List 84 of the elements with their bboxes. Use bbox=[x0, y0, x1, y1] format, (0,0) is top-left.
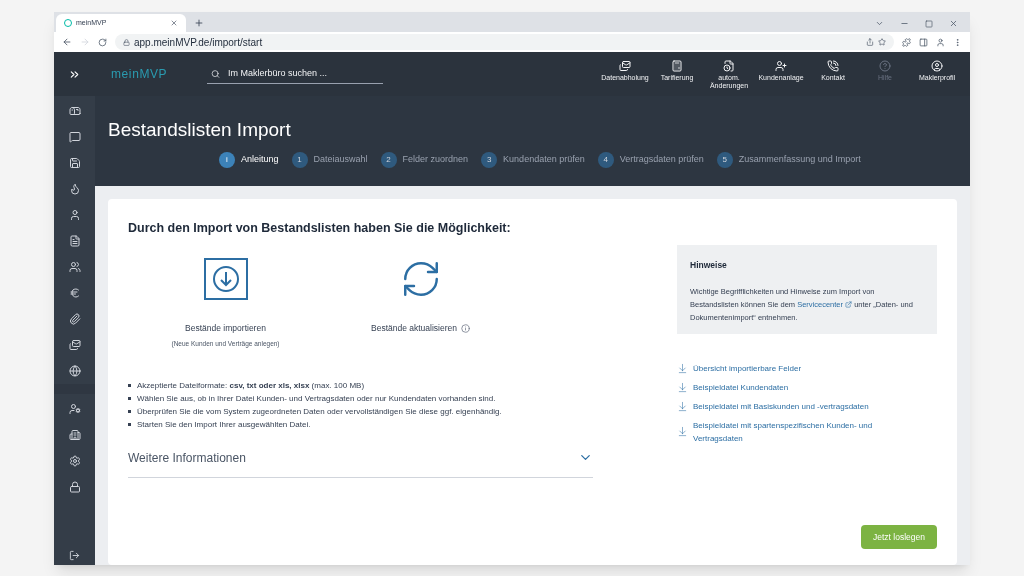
wizard-step[interactable]: 2 Felder zuordnen bbox=[380, 152, 469, 168]
bullet-text: Wählen Sie aus, ob in Ihrer Datei Kunden- und Vertragsdaten oder nur Kundendaten vorhanden sind. bbox=[137, 392, 496, 405]
profile-icon[interactable] bbox=[936, 37, 945, 47]
option-label: Bestände importieren bbox=[185, 321, 266, 335]
download-link[interactable]: Beispieldatei Kundendaten bbox=[677, 380, 937, 394]
wizard-step[interactable]: 4 Vertragsdaten prüfen bbox=[597, 152, 704, 168]
phone-icon bbox=[827, 60, 839, 72]
person-icon[interactable] bbox=[68, 209, 81, 221]
download-link[interactable]: Beispieldatei mit Basiskunden und -vertragsdaten bbox=[677, 399, 937, 413]
url-text: app.meinMVP.de/import/start bbox=[134, 35, 263, 50]
agent-icon[interactable] bbox=[68, 403, 81, 415]
download-icon bbox=[677, 381, 688, 393]
group-icon[interactable] bbox=[68, 261, 81, 273]
step-number: 3 bbox=[481, 152, 498, 168]
mailbox-icon[interactable] bbox=[68, 105, 81, 117]
document-icon bbox=[723, 60, 735, 72]
step-label: Kundendaten prüfen bbox=[503, 153, 585, 167]
lock-icon[interactable] bbox=[68, 481, 81, 493]
bookmark-icon[interactable] bbox=[878, 38, 886, 46]
hints-title: Hinweise bbox=[690, 259, 728, 272]
address-bar[interactable]: app.meinMVP.de/import/start bbox=[115, 34, 894, 50]
external-link-icon bbox=[845, 300, 853, 308]
globe-icon[interactable] bbox=[68, 365, 81, 377]
step-label: Felder zuordnen bbox=[402, 153, 469, 167]
step-label: Vertragsdaten prüfen bbox=[619, 153, 704, 167]
wizard-step[interactable]: 3 Kundendaten prüfen bbox=[481, 152, 585, 168]
share-icon[interactable] bbox=[866, 38, 874, 46]
option-label: Bestände aktualisieren bbox=[371, 321, 457, 335]
download-link[interactable]: Beispieldatei mit spartenspezifischen Kunden- und Vertragsdaten bbox=[677, 418, 937, 445]
step-label: Zusammenfassung und Import bbox=[738, 153, 861, 167]
lock-icon bbox=[123, 38, 130, 46]
search-field[interactable]: Im Maklerbüro suchen ... bbox=[228, 66, 379, 81]
profile-icon bbox=[931, 60, 943, 72]
extensions-icon[interactable] bbox=[902, 37, 911, 47]
step-number: 5 bbox=[716, 152, 733, 168]
download-icon bbox=[677, 400, 688, 412]
bullet-icon bbox=[128, 384, 131, 388]
building-icon[interactable] bbox=[68, 429, 81, 441]
page-title: Bestandslisten Import bbox=[108, 118, 292, 142]
step-number: i bbox=[219, 152, 235, 168]
bullet-icon bbox=[128, 423, 131, 427]
save-icon[interactable] bbox=[68, 157, 81, 169]
flame-icon[interactable] bbox=[68, 183, 81, 195]
settings-icon[interactable] bbox=[68, 455, 81, 467]
bullet-icon bbox=[128, 397, 131, 401]
euro-icon[interactable] bbox=[68, 287, 81, 299]
calculator-icon bbox=[671, 60, 683, 72]
bullet-text: Überprüfen Sie die vom System zugeordneten Daten oder vervollständigen Sie diese ggf. eigenhändig. bbox=[137, 405, 502, 418]
back-icon[interactable] bbox=[62, 37, 72, 47]
chat-icon[interactable] bbox=[68, 131, 81, 143]
wizard-step[interactable]: 1 Dateiauswahl bbox=[291, 152, 368, 168]
download-icon bbox=[677, 426, 688, 438]
download-link[interactable]: Übersicht importierbare Felder bbox=[677, 361, 937, 375]
mail-stack-icon[interactable] bbox=[68, 339, 81, 351]
step-label: Anleitung bbox=[241, 153, 279, 167]
bullet-icon bbox=[128, 410, 131, 414]
step-number: 2 bbox=[380, 152, 397, 168]
logo: meinMVP bbox=[111, 66, 169, 83]
more-info-toggle[interactable]: Weitere Informationen bbox=[128, 448, 593, 478]
download-icon[interactable] bbox=[203, 257, 248, 300]
document-icon[interactable] bbox=[68, 235, 81, 247]
search-icon bbox=[211, 68, 220, 79]
menu-icon[interactable] bbox=[953, 37, 962, 47]
close-icon[interactable] bbox=[170, 19, 178, 27]
step-number: 4 bbox=[597, 152, 614, 168]
mail-stack-icon bbox=[619, 60, 631, 72]
bullet-text: Starten Sie den Import Ihrer ausgewählten Datei. bbox=[137, 418, 311, 431]
help-icon bbox=[879, 60, 891, 72]
side-panel-icon[interactable] bbox=[919, 37, 928, 47]
close-window-icon[interactable] bbox=[949, 19, 958, 28]
paperclip-icon[interactable] bbox=[68, 313, 81, 325]
new-tab-icon[interactable] bbox=[194, 18, 204, 28]
step-label: Dateiauswahl bbox=[313, 153, 368, 167]
bullet-text: Akzeptierte Dateiformate: csv, txt oder xls, xlsx (max. 100 MB) bbox=[137, 379, 365, 392]
reload-icon[interactable] bbox=[98, 37, 107, 47]
intro-heading: Durch den Import von Bestandslisten haben Sie die Möglichkeit: bbox=[128, 220, 512, 237]
wizard-step[interactable]: i Anleitung bbox=[219, 152, 279, 168]
wizard-step[interactable]: 5 Zusammenfassung und Import bbox=[716, 152, 861, 168]
info-icon[interactable] bbox=[461, 323, 470, 333]
tab-list-icon[interactable] bbox=[875, 19, 884, 28]
add-user-icon bbox=[775, 60, 787, 72]
download-icon bbox=[677, 362, 688, 374]
step-number: 1 bbox=[291, 152, 308, 168]
logout-icon[interactable] bbox=[69, 549, 80, 561]
